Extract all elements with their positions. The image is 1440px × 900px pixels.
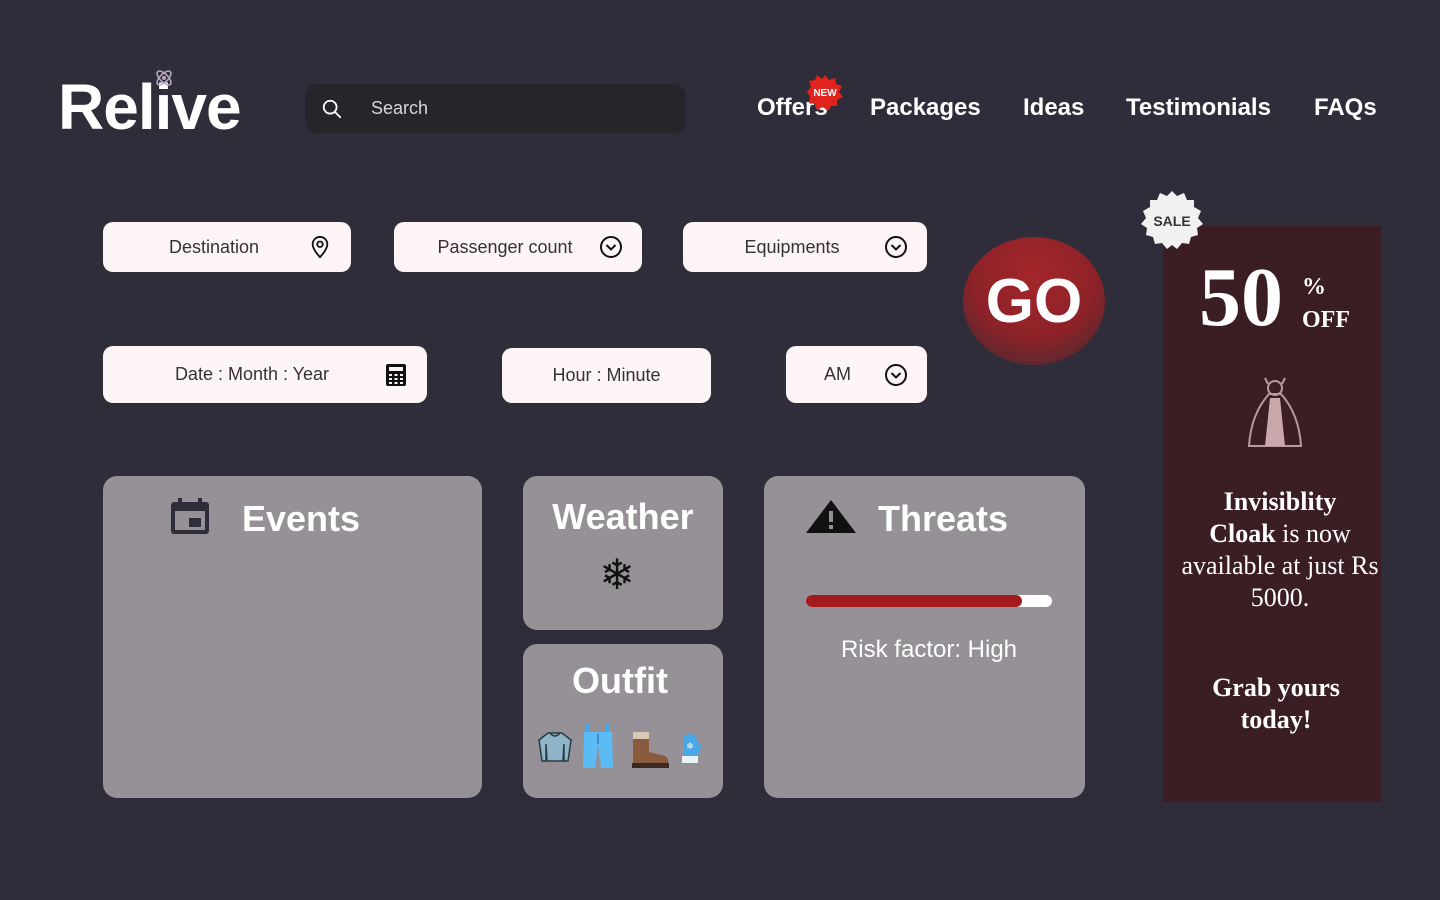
discount-off: OFF bbox=[1302, 307, 1350, 333]
weather-card[interactable]: Weather ❄ bbox=[523, 476, 723, 630]
brand-logo[interactable]: Relive bbox=[58, 70, 242, 144]
weather-title: Weather bbox=[552, 496, 694, 537]
location-pin-icon bbox=[307, 234, 333, 260]
outfit-card[interactable]: Outfit ❄ bbox=[523, 644, 723, 798]
nav-testimonials[interactable]: Testimonials bbox=[1126, 94, 1271, 122]
calculator-icon bbox=[383, 362, 409, 388]
ski-pants-icon bbox=[583, 724, 613, 768]
date-label: Date : Month : Year bbox=[174, 364, 330, 384]
nav-ideas[interactable]: Ideas bbox=[1023, 94, 1084, 122]
sweater-icon bbox=[538, 732, 572, 762]
chevron-down-icon bbox=[598, 234, 624, 260]
warning-icon bbox=[806, 500, 856, 533]
sale-badge-label: SALE bbox=[1153, 213, 1190, 229]
chevron-down-icon bbox=[883, 362, 909, 388]
nav-packages[interactable]: Packages bbox=[870, 94, 981, 122]
threats-card[interactable]: Threats Risk factor: High bbox=[764, 476, 1085, 798]
promo-product-name-2: Cloak bbox=[1209, 519, 1276, 548]
time-field[interactable]: Hour : Minute bbox=[502, 348, 711, 403]
new-badge-label: NEW bbox=[813, 88, 837, 99]
go-button[interactable]: GO bbox=[963, 237, 1105, 365]
chevron-down-icon bbox=[883, 234, 909, 260]
destination-field[interactable]: Destination bbox=[103, 222, 351, 272]
ampm-select[interactable]: AM bbox=[786, 346, 927, 403]
risk-progress-bar bbox=[806, 595, 1052, 607]
promo-product-name-1: Invisiblity bbox=[1223, 487, 1337, 516]
outfit-title: Outfit bbox=[572, 660, 668, 701]
snowflake-icon: ❄ bbox=[599, 550, 635, 599]
time-label: Hour : Minute bbox=[552, 365, 661, 385]
calendar-icon bbox=[171, 498, 209, 534]
cloak-icon bbox=[1247, 377, 1303, 447]
svg-text:❄: ❄ bbox=[686, 742, 694, 752]
promo-banner[interactable]: 50 % OFF Invisiblity Cloak is now availa… bbox=[1163, 226, 1381, 802]
promo-description: Invisiblity Cloak is now available at ju… bbox=[1163, 486, 1397, 614]
destination-label: Destination bbox=[168, 236, 260, 257]
boot-icon bbox=[632, 732, 669, 768]
ampm-label: AM bbox=[824, 364, 851, 384]
equipments-select[interactable]: Equipments bbox=[683, 222, 927, 272]
new-badge: NEW bbox=[807, 75, 843, 111]
equipments-label: Equipments bbox=[744, 236, 840, 257]
risk-progress-fill bbox=[806, 595, 1023, 607]
date-field[interactable]: Date : Month : Year bbox=[103, 346, 427, 403]
threats-title: Threats bbox=[878, 498, 1009, 539]
nav-faqs[interactable]: FAQs bbox=[1314, 94, 1377, 122]
passenger-count-label: Passenger count bbox=[437, 236, 573, 257]
events-card[interactable]: Events bbox=[103, 476, 482, 798]
search-bar[interactable] bbox=[305, 84, 686, 133]
risk-factor-label: Risk factor: High bbox=[840, 636, 1018, 663]
discount-percent: % bbox=[1302, 274, 1326, 300]
passenger-count-select[interactable]: Passenger count bbox=[394, 222, 642, 272]
search-input[interactable] bbox=[369, 97, 653, 120]
sale-badge: SALE bbox=[1141, 191, 1203, 249]
atom-icon bbox=[156, 70, 172, 86]
discount-number: 50 bbox=[1199, 251, 1283, 344]
promo-cta[interactable]: Grab yours today! bbox=[1193, 672, 1359, 736]
search-icon bbox=[322, 99, 342, 118]
events-title: Events bbox=[242, 498, 361, 539]
mitten-icon: ❄ bbox=[682, 734, 702, 763]
